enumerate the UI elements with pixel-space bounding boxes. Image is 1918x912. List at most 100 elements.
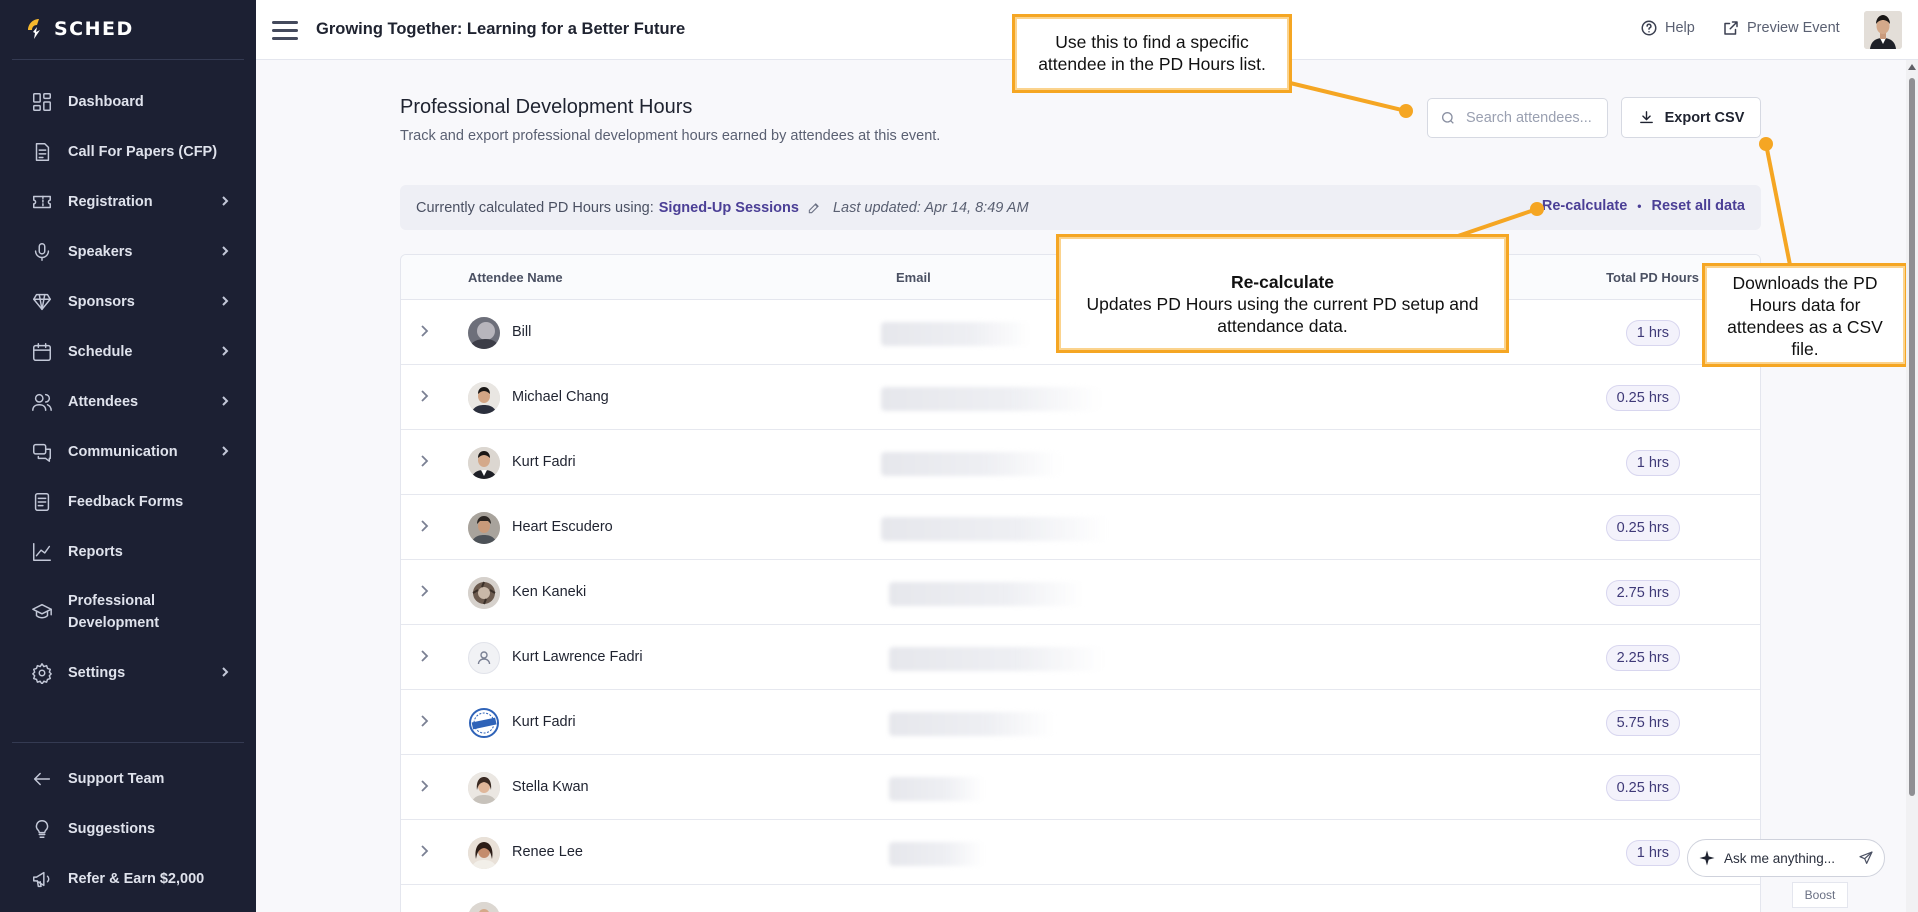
pd-hours-badge: 0.25 hrs [1605, 385, 1680, 411]
sidebar-item-dashboard[interactable]: Dashboard [0, 80, 256, 124]
attendee-name: Stella Kwan [512, 779, 589, 795]
email-redacted [889, 647, 1104, 671]
sidebar-item-settings[interactable]: Settings [0, 651, 256, 695]
sidebar-divider [12, 742, 244, 743]
sidebar-item-suggestions[interactable]: Suggestions [0, 807, 256, 851]
email-redacted [881, 387, 1101, 411]
callout-search-text: Use this to find a specific attendee in … [1038, 32, 1266, 74]
table-row[interactable] [401, 885, 1760, 912]
sidebar-item-professional-development[interactable]: Professional Development [0, 584, 256, 640]
table-row[interactable]: Ken Kaneki 2.75 hrs [401, 560, 1760, 625]
chart-line-icon [30, 540, 54, 564]
column-header-hours[interactable]: Total PD Hours [1606, 270, 1699, 285]
form-icon [30, 490, 54, 514]
chevron-right-icon[interactable] [415, 777, 435, 797]
pd-hours-badge: 0.25 hrs [1605, 775, 1680, 801]
send-icon[interactable] [1858, 850, 1874, 866]
ai-assistant-input[interactable]: Ask me anything... [1687, 839, 1885, 877]
attendee-name: Ken Kaneki [512, 584, 587, 600]
graduation-cap-icon [30, 600, 54, 624]
separator-dot: • [1637, 199, 1642, 213]
page-scrollbar[interactable] [1906, 60, 1918, 912]
sidebar-item-label: Dashboard [68, 94, 144, 110]
sidebar-item-attendees[interactable]: Attendees [0, 380, 256, 424]
chevron-right-icon [218, 394, 232, 408]
page-title: Professional Development Hours [400, 96, 693, 118]
search-input[interactable] [1466, 110, 1596, 126]
table-row[interactable]: Kurt Lawrence Fadri 2.25 hrs [401, 625, 1760, 690]
sidebar-item-cfp[interactable]: Call For Papers (CFP) [0, 130, 256, 174]
chevron-right-icon[interactable] [415, 842, 435, 862]
chevron-right-icon[interactable] [415, 517, 435, 537]
reset-all-data-link[interactable]: Reset all data [1652, 198, 1746, 214]
table-row[interactable]: Renee Lee 1 hrs [401, 820, 1760, 885]
lightbulb-icon [30, 817, 54, 841]
sched-logo[interactable]: SCHED [24, 14, 134, 44]
pd-hours-badge: 5.75 hrs [1605, 710, 1680, 736]
sidebar-item-label: Reports [68, 544, 123, 560]
attendee-name: Renee Lee [512, 844, 583, 860]
avatar [468, 577, 500, 609]
sidebar-item-label: Refer & Earn $2,000 [68, 871, 205, 887]
sidebar-item-label: Attendees [68, 394, 139, 410]
chevron-right-icon[interactable] [415, 387, 435, 407]
sidebar-item-feedback-forms[interactable]: Feedback Forms [0, 480, 256, 524]
sidebar-item-communication[interactable]: Communication [0, 430, 256, 474]
attendee-name: Michael Chang [512, 389, 609, 405]
sidebar-item-schedule[interactable]: Schedule [0, 330, 256, 374]
chevron-right-icon[interactable] [415, 322, 435, 342]
export-csv-button[interactable]: Export CSV [1621, 97, 1761, 138]
email-redacted [889, 842, 984, 866]
column-header-email[interactable]: Email [896, 270, 931, 285]
email-redacted [881, 517, 1109, 541]
scrollbar-thumb[interactable] [1909, 78, 1915, 796]
attendee-name: Bill [512, 324, 532, 340]
callout-export-text: Downloads the PD Hours data for attendee… [1727, 273, 1883, 359]
table-row[interactable]: Kurt Fadri 5.75 hrs [401, 690, 1760, 755]
calc-method-link[interactable]: Signed-Up Sessions [659, 200, 799, 216]
sidebar-item-reports[interactable]: Reports [0, 530, 256, 574]
user-avatar[interactable] [1864, 11, 1902, 49]
external-link-icon [1724, 21, 1738, 35]
sidebar-item-refer-earn[interactable]: Refer & Earn $2,000 [0, 857, 256, 901]
sidebar-item-label-line1: Professional [68, 593, 156, 609]
chevron-right-icon [218, 665, 232, 679]
sidebar-item-support-team[interactable]: Support Team [0, 757, 256, 801]
table-row[interactable]: Heart Escudero 0.25 hrs [401, 495, 1760, 560]
recalculate-link[interactable]: Re-calculate [1542, 198, 1627, 214]
callout-search: Use this to find a specific attendee in … [1012, 14, 1292, 93]
sidebar: SCHED Dashboard Call For Papers (CFP) Re… [0, 0, 256, 912]
chevron-right-icon [218, 244, 232, 258]
scroll-up-arrow-icon[interactable] [1908, 64, 1916, 70]
attendee-name: Kurt Fadri [512, 454, 576, 470]
sidebar-item-registration[interactable]: Registration [0, 180, 256, 224]
chevron-right-icon[interactable] [415, 582, 435, 602]
pencil-icon[interactable] [807, 201, 821, 215]
logo-mark-icon [24, 16, 46, 42]
table-row[interactable]: Stella Kwan 0.25 hrs [401, 755, 1760, 820]
table-row[interactable]: Kurt Fadri 1 hrs [401, 430, 1760, 495]
preview-event-label: Preview Event [1747, 20, 1840, 36]
avatar [468, 772, 500, 804]
attendee-name: Kurt Lawrence Fadri [512, 649, 643, 665]
column-header-name[interactable]: Attendee Name [468, 270, 563, 285]
sidebar-item-label: Call For Papers (CFP) [68, 144, 218, 160]
chevron-right-icon[interactable] [415, 452, 435, 472]
help-link[interactable]: Help [1640, 19, 1695, 37]
avatar [468, 902, 500, 912]
boost-button[interactable]: Boost [1792, 882, 1848, 908]
sidebar-item-sponsors[interactable]: Sponsors [0, 280, 256, 324]
sidebar-item-speakers[interactable]: Speakers [0, 230, 256, 274]
chevron-right-icon[interactable] [415, 647, 435, 667]
sidebar-item-label: Feedback Forms [68, 494, 184, 510]
info-actions: Re-calculate • Reset all data [1542, 198, 1745, 214]
chevron-right-icon[interactable] [415, 712, 435, 732]
table-row[interactable]: Michael Chang 0.25 hrs [401, 365, 1760, 430]
chevron-right-icon [218, 294, 232, 308]
preview-event-link[interactable]: Preview Event [1722, 19, 1840, 37]
users-icon [30, 390, 54, 414]
email-redacted [889, 712, 1054, 736]
menu-toggle-icon[interactable] [272, 18, 298, 42]
pd-hours-badge: 2.75 hrs [1605, 580, 1680, 606]
search-attendees[interactable] [1427, 98, 1608, 138]
